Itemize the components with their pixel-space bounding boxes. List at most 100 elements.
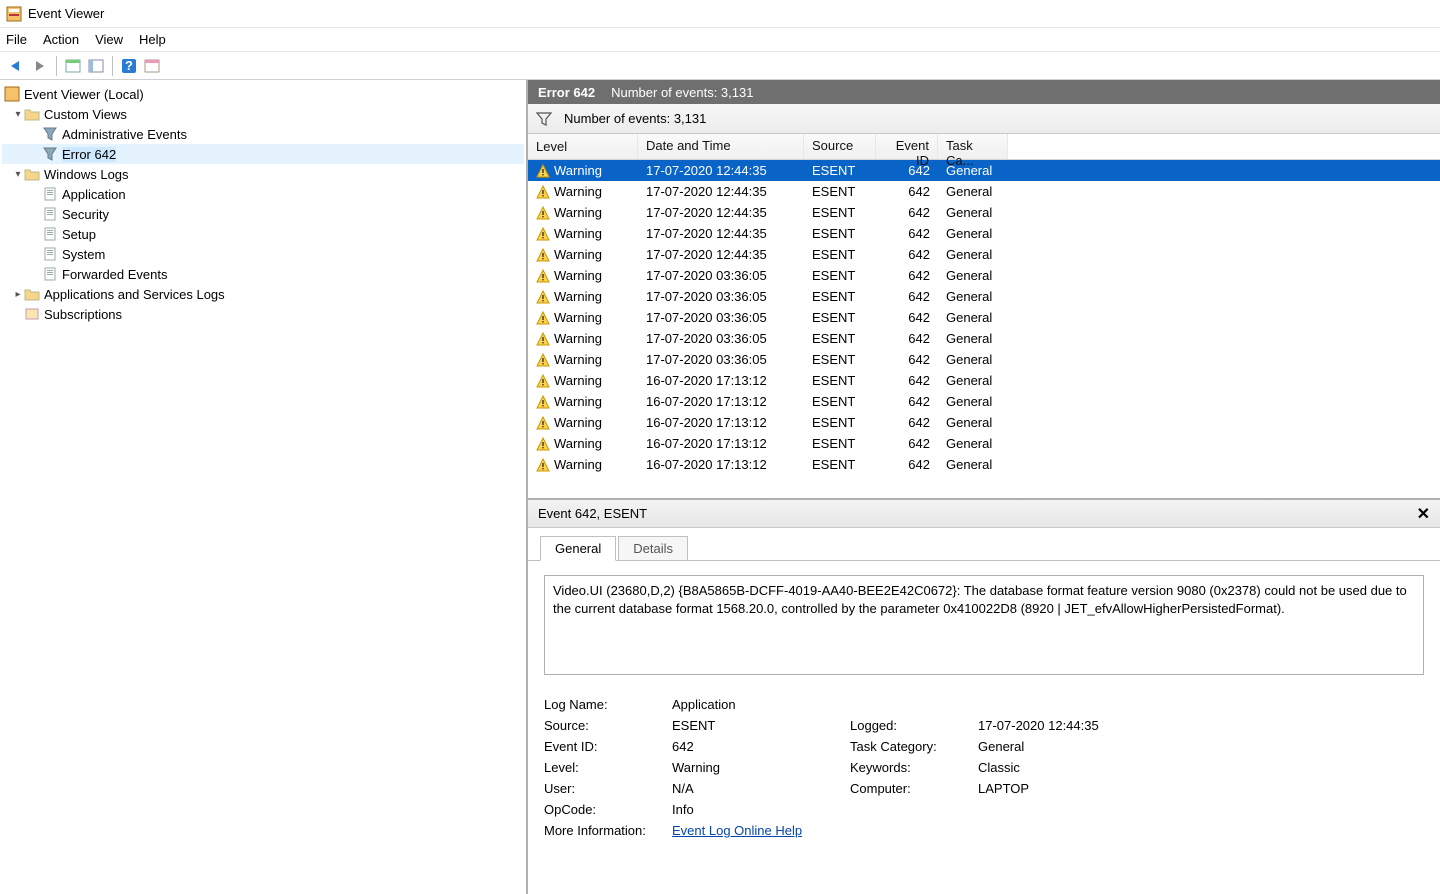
k-logname: Log Name:	[544, 697, 664, 712]
tree-custom-views[interactable]: ▾ Custom Views	[2, 104, 524, 124]
tab-general[interactable]: General	[540, 536, 616, 561]
tree-label: System	[62, 247, 105, 262]
cell-date: 17-07-2020 12:44:35	[638, 163, 804, 178]
v-computer: LAPTOP	[978, 781, 1178, 796]
tree-label: Custom Views	[44, 107, 127, 122]
menu-help[interactable]: Help	[139, 32, 166, 47]
col-date[interactable]: Date and Time	[638, 134, 804, 159]
tree-root[interactable]: Event Viewer (Local)	[2, 84, 524, 104]
cell-eventid: 642	[876, 457, 938, 472]
k-moreinfo: More Information:	[544, 823, 664, 838]
view-button[interactable]	[141, 55, 163, 77]
cell-source: ESENT	[804, 331, 876, 346]
tree-log-system[interactable]: System	[2, 244, 524, 264]
col-level[interactable]: Level	[528, 134, 638, 159]
table-row[interactable]: Warning17-07-2020 03:36:05ESENT642Genera…	[528, 286, 1440, 307]
warning-icon	[536, 332, 550, 346]
show-hide-tree-button[interactable]	[62, 55, 84, 77]
tree-root-label: Event Viewer (Local)	[24, 87, 144, 102]
table-row[interactable]: Warning17-07-2020 03:36:05ESENT642Genera…	[528, 265, 1440, 286]
tree-error-642[interactable]: Error 642	[2, 144, 524, 164]
table-row[interactable]: Warning16-07-2020 17:13:12ESENT642Genera…	[528, 370, 1440, 391]
filter-bar: Number of events: 3,131	[528, 104, 1440, 134]
event-description[interactable]: Video.UI (23680,D,2) {B8A5865B-DCFF-4019…	[544, 575, 1424, 675]
folder-icon	[24, 106, 40, 122]
close-icon[interactable]: ✕	[1417, 504, 1430, 524]
collapse-icon[interactable]: ▾	[12, 169, 24, 180]
forward-button[interactable]	[29, 55, 51, 77]
events-header-title: Error 642	[538, 85, 595, 100]
table-row[interactable]: Warning16-07-2020 17:13:12ESENT642Genera…	[528, 433, 1440, 454]
tree-label: Application	[62, 187, 126, 202]
cell-source: ESENT	[804, 268, 876, 283]
tree-label: Error 642	[62, 147, 116, 162]
events-grid-scroll[interactable]: Level Date and Time Source Event ID Task…	[528, 134, 1440, 498]
col-source[interactable]: Source	[804, 134, 876, 159]
cell-source: ESENT	[804, 436, 876, 451]
menu-action[interactable]: Action	[43, 32, 79, 47]
col-eventid[interactable]: Event ID	[876, 134, 938, 159]
cell-eventid: 642	[876, 415, 938, 430]
cell-level: Warning	[554, 310, 602, 325]
cell-source: ESENT	[804, 184, 876, 199]
tree-pane[interactable]: Event Viewer (Local) ▾ Custom Views Admi…	[0, 80, 528, 894]
col-taskcat[interactable]: Task Ca...	[938, 134, 1008, 159]
table-row[interactable]: Warning17-07-2020 03:36:05ESENT642Genera…	[528, 349, 1440, 370]
cell-level: Warning	[554, 205, 602, 220]
tree-apps-logs[interactable]: ▸ Applications and Services Logs	[2, 284, 524, 304]
table-row[interactable]: Warning16-07-2020 17:13:12ESENT642Genera…	[528, 391, 1440, 412]
cell-eventid: 642	[876, 373, 938, 388]
menu-file[interactable]: File	[6, 32, 27, 47]
help-button[interactable]: ?	[118, 55, 140, 77]
tree-admin-events[interactable]: Administrative Events	[2, 124, 524, 144]
tree-log-forwarded-events[interactable]: Forwarded Events	[2, 264, 524, 284]
v-user: N/A	[672, 781, 842, 796]
collapse-icon[interactable]: ▾	[12, 109, 24, 120]
back-button[interactable]	[6, 55, 28, 77]
table-row[interactable]: Warning17-07-2020 03:36:05ESENT642Genera…	[528, 307, 1440, 328]
event-log-help-link[interactable]: Event Log Online Help	[672, 823, 802, 838]
table-row[interactable]: Warning17-07-2020 03:36:05ESENT642Genera…	[528, 328, 1440, 349]
cell-date: 17-07-2020 03:36:05	[638, 331, 804, 346]
table-row[interactable]: Warning17-07-2020 12:44:35ESENT642Genera…	[528, 244, 1440, 265]
table-row[interactable]: Warning17-07-2020 12:44:35ESENT642Genera…	[528, 223, 1440, 244]
tree-windows-logs[interactable]: ▾ Windows Logs	[2, 164, 524, 184]
tree-label: Security	[62, 207, 109, 222]
filter-icon[interactable]	[536, 112, 552, 126]
cell-date: 17-07-2020 12:44:35	[638, 205, 804, 220]
cell-date: 16-07-2020 17:13:12	[638, 415, 804, 430]
tab-details[interactable]: Details	[618, 536, 688, 561]
cell-taskcat: General	[938, 226, 998, 241]
k-user: User:	[544, 781, 664, 796]
table-row[interactable]: Warning17-07-2020 12:44:35ESENT642Genera…	[528, 181, 1440, 202]
v-logname: Application	[672, 697, 842, 712]
properties-button[interactable]	[85, 55, 107, 77]
cell-source: ESENT	[804, 394, 876, 409]
expand-icon[interactable]: ▸	[12, 289, 24, 300]
v-keywords: Classic	[978, 760, 1178, 775]
v-moreinfo: Event Log Online Help	[672, 823, 842, 838]
events-grid[interactable]: Level Date and Time Source Event ID Task…	[528, 134, 1440, 500]
table-row[interactable]: Warning16-07-2020 17:13:12ESENT642Genera…	[528, 412, 1440, 433]
tree-subscriptions[interactable]: Subscriptions	[2, 304, 524, 324]
tree-log-security[interactable]: Security	[2, 204, 524, 224]
k-keywords: Keywords:	[850, 760, 970, 775]
menu-view[interactable]: View	[95, 32, 123, 47]
cell-level: Warning	[554, 415, 602, 430]
warning-icon	[536, 458, 550, 472]
cell-source: ESENT	[804, 310, 876, 325]
table-row[interactable]: Warning17-07-2020 12:44:35ESENT642Genera…	[528, 202, 1440, 223]
detail-tabs: General Details	[528, 528, 1440, 561]
table-row[interactable]: Warning17-07-2020 12:44:35ESENT642Genera…	[528, 160, 1440, 181]
k-taskcat: Task Category:	[850, 739, 970, 754]
tree-log-setup[interactable]: Setup	[2, 224, 524, 244]
cell-eventid: 642	[876, 436, 938, 451]
k-logged: Logged:	[850, 718, 970, 733]
right-pane: Error 642 Number of events: 3,131 Number…	[528, 80, 1440, 894]
tree-log-application[interactable]: Application	[2, 184, 524, 204]
tree-label: Windows Logs	[44, 167, 129, 182]
k-level: Level:	[544, 760, 664, 775]
table-row[interactable]: Warning16-07-2020 17:13:12ESENT642Genera…	[528, 454, 1440, 475]
cell-taskcat: General	[938, 415, 998, 430]
tree-label: Setup	[62, 227, 96, 242]
